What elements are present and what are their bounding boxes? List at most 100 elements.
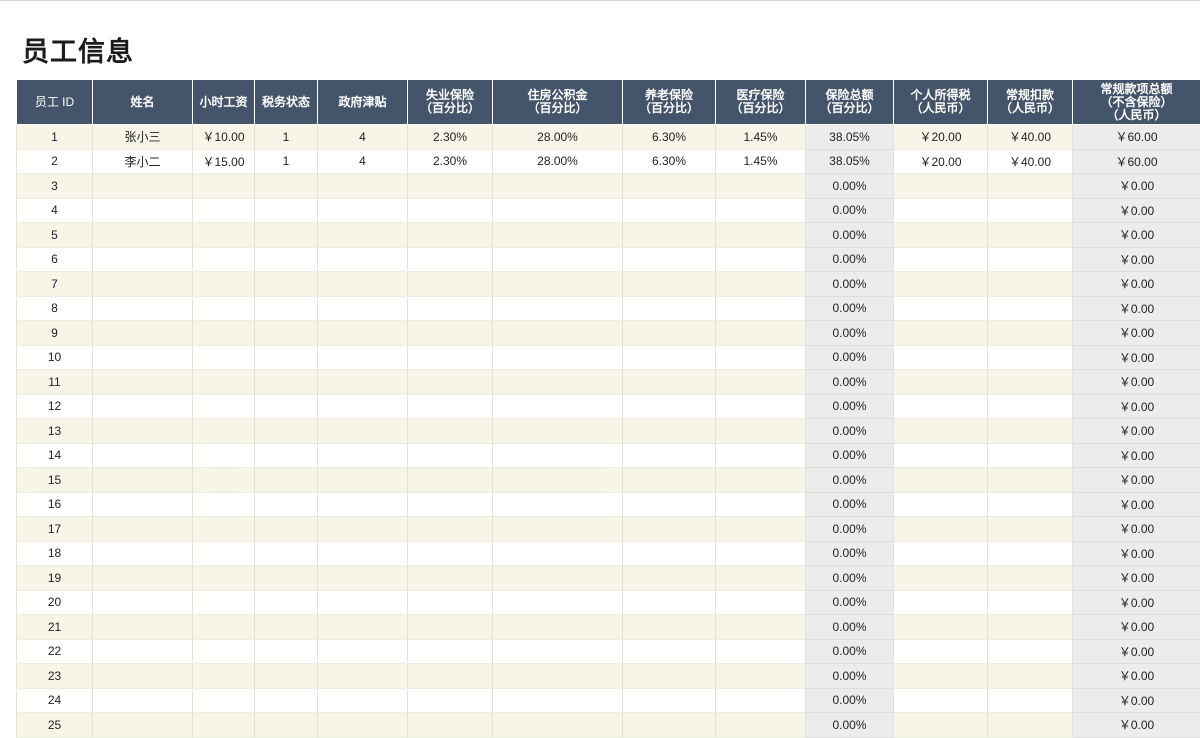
cell-unemployment-ins[interactable] (408, 468, 493, 493)
cell-gov-allowance[interactable] (318, 394, 408, 419)
cell-hourly-wage[interactable] (193, 345, 255, 370)
cell-regular-total[interactable]: ￥0.00 (1073, 370, 1200, 395)
cell-name[interactable] (93, 321, 193, 346)
cell-regular-total[interactable]: ￥0.00 (1073, 639, 1200, 664)
cell-regular-deduction[interactable] (988, 639, 1073, 664)
cell-regular-total[interactable]: ￥0.00 (1073, 664, 1200, 689)
cell-gov-allowance[interactable] (318, 713, 408, 738)
cell-regular-deduction[interactable] (988, 468, 1073, 493)
cell-hourly-wage[interactable] (193, 713, 255, 738)
col-header-regular-total[interactable]: 常规款项总额 （不含保险） （人民币） (1073, 80, 1200, 125)
cell-hourly-wage[interactable] (193, 492, 255, 517)
col-header-income-tax[interactable]: 个人所得税 （人民币） (894, 80, 988, 125)
cell-name[interactable] (93, 247, 193, 272)
cell-medical-ins[interactable] (716, 517, 806, 542)
cell-medical-ins[interactable] (716, 566, 806, 591)
cell-employee-id[interactable]: 22 (17, 639, 93, 664)
cell-income-tax[interactable] (894, 639, 988, 664)
cell-tax-status[interactable] (255, 541, 318, 566)
cell-income-tax[interactable] (894, 296, 988, 321)
cell-hourly-wage[interactable]: ￥10.00 (193, 125, 255, 150)
cell-gov-allowance[interactable] (318, 615, 408, 640)
cell-insurance-total[interactable]: 0.00% (806, 688, 894, 713)
cell-tax-status[interactable] (255, 296, 318, 321)
cell-employee-id[interactable]: 9 (17, 321, 93, 346)
cell-medical-ins[interactable] (716, 370, 806, 395)
cell-pension-ins[interactable] (623, 688, 716, 713)
cell-regular-deduction[interactable] (988, 541, 1073, 566)
cell-unemployment-ins[interactable] (408, 590, 493, 615)
cell-name[interactable] (93, 541, 193, 566)
cell-gov-allowance[interactable]: 4 (318, 125, 408, 150)
cell-insurance-total[interactable]: 0.00% (806, 247, 894, 272)
cell-housing-fund[interactable] (493, 247, 623, 272)
cell-hourly-wage[interactable] (193, 394, 255, 419)
cell-unemployment-ins[interactable] (408, 394, 493, 419)
cell-insurance-total[interactable]: 0.00% (806, 639, 894, 664)
cell-regular-total[interactable]: ￥0.00 (1073, 590, 1200, 615)
cell-name[interactable] (93, 468, 193, 493)
cell-medical-ins[interactable] (716, 296, 806, 321)
cell-name[interactable] (93, 566, 193, 591)
cell-name[interactable] (93, 615, 193, 640)
cell-name[interactable] (93, 492, 193, 517)
cell-unemployment-ins[interactable] (408, 174, 493, 199)
cell-unemployment-ins[interactable] (408, 664, 493, 689)
cell-insurance-total[interactable]: 0.00% (806, 517, 894, 542)
cell-medical-ins[interactable] (716, 492, 806, 517)
cell-housing-fund[interactable] (493, 639, 623, 664)
cell-insurance-total[interactable]: 0.00% (806, 370, 894, 395)
cell-hourly-wage[interactable] (193, 688, 255, 713)
cell-housing-fund[interactable] (493, 688, 623, 713)
cell-hourly-wage[interactable] (193, 370, 255, 395)
cell-hourly-wage[interactable] (193, 443, 255, 468)
cell-unemployment-ins[interactable] (408, 492, 493, 517)
cell-pension-ins[interactable]: 6.30% (623, 149, 716, 174)
cell-hourly-wage[interactable] (193, 468, 255, 493)
cell-pension-ins[interactable] (623, 664, 716, 689)
cell-housing-fund[interactable] (493, 541, 623, 566)
cell-gov-allowance[interactable] (318, 272, 408, 297)
cell-name[interactable] (93, 394, 193, 419)
cell-gov-allowance[interactable] (318, 517, 408, 542)
cell-employee-id[interactable]: 10 (17, 345, 93, 370)
cell-name[interactable] (93, 419, 193, 444)
cell-regular-deduction[interactable] (988, 492, 1073, 517)
cell-gov-allowance[interactable] (318, 492, 408, 517)
cell-regular-deduction[interactable] (988, 664, 1073, 689)
cell-employee-id[interactable]: 2 (17, 149, 93, 174)
cell-name[interactable]: 张小三 (93, 125, 193, 150)
cell-hourly-wage[interactable] (193, 198, 255, 223)
cell-income-tax[interactable] (894, 419, 988, 444)
cell-hourly-wage[interactable] (193, 517, 255, 542)
cell-tax-status[interactable] (255, 247, 318, 272)
cell-gov-allowance[interactable] (318, 370, 408, 395)
cell-insurance-total[interactable]: 0.00% (806, 492, 894, 517)
cell-pension-ins[interactable] (623, 345, 716, 370)
cell-tax-status[interactable] (255, 517, 318, 542)
cell-regular-total[interactable]: ￥0.00 (1073, 272, 1200, 297)
cell-pension-ins[interactable] (623, 541, 716, 566)
cell-hourly-wage[interactable] (193, 419, 255, 444)
cell-medical-ins[interactable] (716, 419, 806, 444)
cell-income-tax[interactable] (894, 345, 988, 370)
cell-tax-status[interactable] (255, 590, 318, 615)
cell-medical-ins[interactable] (716, 394, 806, 419)
cell-name[interactable] (93, 296, 193, 321)
cell-income-tax[interactable] (894, 492, 988, 517)
cell-name[interactable] (93, 688, 193, 713)
cell-hourly-wage[interactable] (193, 296, 255, 321)
cell-gov-allowance[interactable] (318, 541, 408, 566)
cell-regular-total[interactable]: ￥0.00 (1073, 174, 1200, 199)
cell-regular-total[interactable]: ￥0.00 (1073, 492, 1200, 517)
cell-regular-deduction[interactable] (988, 688, 1073, 713)
cell-name[interactable] (93, 443, 193, 468)
cell-tax-status[interactable] (255, 713, 318, 738)
col-header-regular-deduction[interactable]: 常规扣款 （人民币） (988, 80, 1073, 125)
cell-income-tax[interactable] (894, 468, 988, 493)
cell-regular-deduction[interactable] (988, 223, 1073, 248)
cell-unemployment-ins[interactable] (408, 247, 493, 272)
cell-medical-ins[interactable] (716, 468, 806, 493)
cell-pension-ins[interactable] (623, 492, 716, 517)
cell-insurance-total[interactable]: 0.00% (806, 590, 894, 615)
